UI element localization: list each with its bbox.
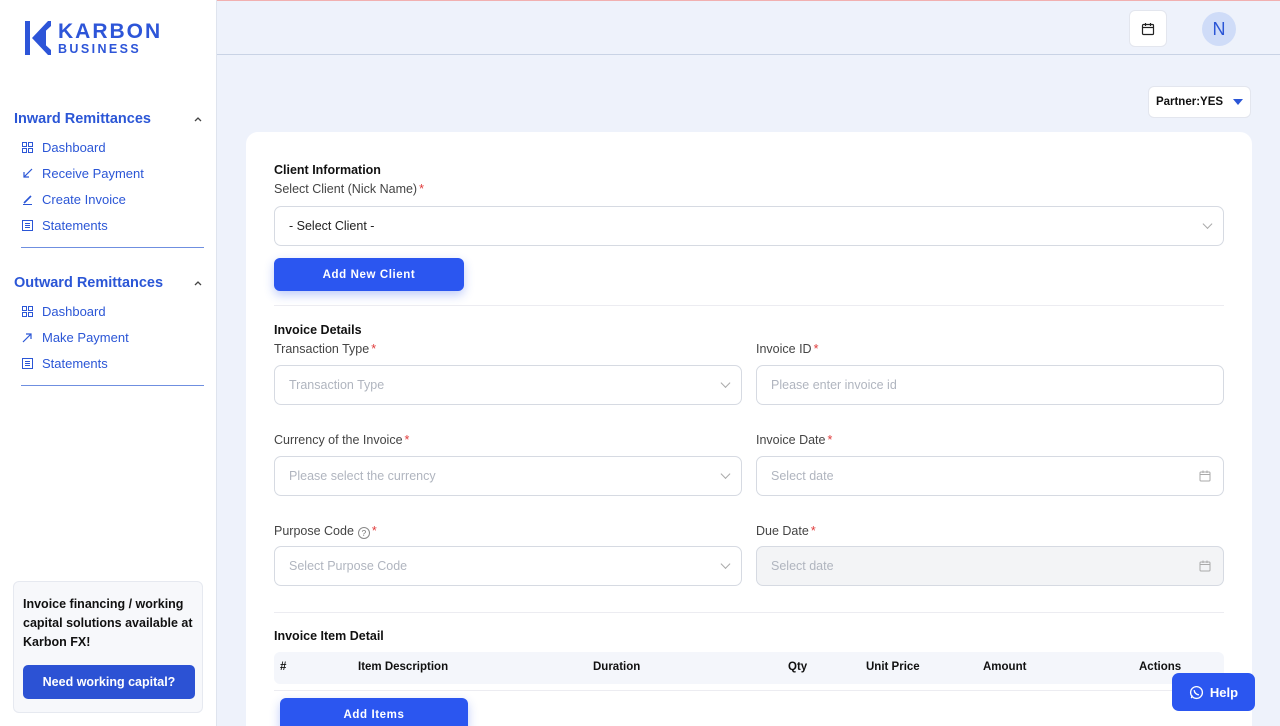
sidebar-item-label: Dashboard [42,139,106,155]
partner-label: Partner:YES [1155,96,1224,108]
section-divider [274,305,1224,306]
document-list-icon [21,219,33,231]
sidebar-item-outward-statements[interactable]: Statements [0,350,217,376]
column-header-item-description: Item Description [358,661,449,673]
brand-sub: BUSINESS [58,41,142,56]
invoice-date-placeholder: Select date [771,469,834,483]
column-header-unit-price: Unit Price [866,661,920,673]
select-client-label: Select Client (Nick Name) * [274,182,424,196]
chevron-down-icon [720,559,731,569]
calendar-button[interactable] [1129,10,1167,47]
caret-down-icon [1233,99,1244,105]
outward-remittances-title: Outward Remittances [14,275,164,291]
sidebar-item-outward-dashboard[interactable]: Dashboard [0,298,217,324]
brand-name: KARBON [58,19,163,43]
partner-dropdown[interactable]: Partner:YES [1148,86,1251,118]
sidebar-item-label: Statements [42,217,108,233]
karbon-logo-icon [25,21,51,55]
sidebar-item-inward-statements[interactable]: Statements [0,212,217,238]
due-date-placeholder: Select date [771,559,834,573]
table-divider [274,690,1224,691]
calendar-icon [1199,560,1211,572]
purpose-code-select[interactable]: Select Purpose Code [274,546,742,586]
sidebar-item-label: Create Invoice [42,191,126,207]
due-date-picker[interactable]: Select date [756,546,1224,586]
invoice-id-placeholder: Please enter invoice id [771,378,897,392]
section-divider [274,612,1224,613]
sidebar-item-label: Dashboard [42,303,106,319]
sidebar: KARBON BUSINESS Inward Remittances Dashb… [0,0,217,726]
sidebar-item-make-payment[interactable]: Make Payment [0,324,217,350]
column-header-qty: Qty [788,661,808,673]
help-label: Help [1209,684,1239,700]
sidebar-item-receive-payment[interactable]: Receive Payment [0,160,217,186]
add-items-button[interactable]: Add Items [280,698,468,726]
invoice-item-detail-title: Invoice Item Detail [274,629,384,643]
nav-divider [21,385,204,386]
help-button[interactable]: Help [1172,673,1255,711]
outward-remittances-header[interactable]: Outward Remittances [0,272,217,294]
invoice-id-input[interactable]: Please enter invoice id [756,365,1224,405]
working-capital-promo: Invoice financing / working capital solu… [13,581,203,713]
sidebar-item-label: Receive Payment [42,165,144,181]
document-list-icon [21,357,33,369]
column-header-index: # [280,661,287,673]
due-date-label: Due Date * [756,524,816,538]
karbon-logo[interactable]: KARBON BUSINESS [24,20,162,56]
chevron-up-icon [194,117,202,122]
column-header-actions: Actions [1139,661,1182,673]
edit-invoice-icon [21,193,33,205]
top-bar: N [217,0,1280,55]
sidebar-item-label: Statements [42,355,108,371]
column-header-duration: Duration [593,661,641,673]
nav-divider [21,247,204,248]
grid-icon [21,141,33,153]
need-working-capital-button[interactable]: Need working capital? [23,665,195,699]
transaction-type-select[interactable]: Transaction Type [274,365,742,405]
sidebar-item-inward-dashboard[interactable]: Dashboard [0,134,217,160]
invoice-date-label: Invoice Date * [756,433,833,447]
chevron-down-icon [720,378,731,388]
arrow-down-left-icon [21,167,33,179]
add-new-client-button[interactable]: Add New Client [274,258,464,291]
invoice-items-table-header: # Item Description Duration Qty Unit Pri… [274,652,1224,684]
invoice-details-title: Invoice Details [274,323,362,337]
purpose-code-placeholder: Select Purpose Code [289,559,408,573]
invoice-date-picker[interactable]: Select date [756,456,1224,496]
outward-remittances-section: Outward Remittances Dashboard Make Payme… [0,272,217,386]
inward-remittances-section: Inward Remittances Dashboard Receive Pay… [0,108,217,248]
calendar-icon [1141,22,1155,35]
grid-icon [21,305,33,317]
currency-label: Currency of the Invoice * [274,433,410,447]
purpose-code-label: Purpose Code? * [274,524,377,539]
transaction-type-placeholder: Transaction Type [289,378,385,392]
promo-text: Invoice financing / working capital solu… [23,597,193,649]
whatsapp-icon [1189,685,1203,699]
create-invoice-card: Client Information Select Client (Nick N… [246,132,1252,726]
chevron-down-icon [720,469,731,479]
inward-remittances-title: Inward Remittances [14,111,151,127]
sidebar-item-label: Make Payment [42,329,129,345]
currency-select[interactable]: Please select the currency [274,456,742,496]
arrow-up-right-icon [21,331,33,343]
select-client-value: - Select Client - [289,219,375,233]
column-header-amount: Amount [983,661,1027,673]
currency-placeholder: Please select the currency [289,469,436,483]
inward-remittances-header[interactable]: Inward Remittances [0,108,217,130]
calendar-icon [1199,470,1211,482]
transaction-type-label: Transaction Type * [274,342,377,356]
user-avatar[interactable]: N [1202,12,1236,46]
chevron-down-icon [1202,219,1213,229]
chevron-up-icon [194,281,202,286]
select-client-dropdown[interactable]: - Select Client - [274,206,1224,246]
invoice-id-label: Invoice ID * [756,342,819,356]
client-information-title: Client Information [274,163,381,177]
help-circle-icon[interactable]: ? [357,527,370,539]
sidebar-item-create-invoice[interactable]: Create Invoice [0,186,217,212]
